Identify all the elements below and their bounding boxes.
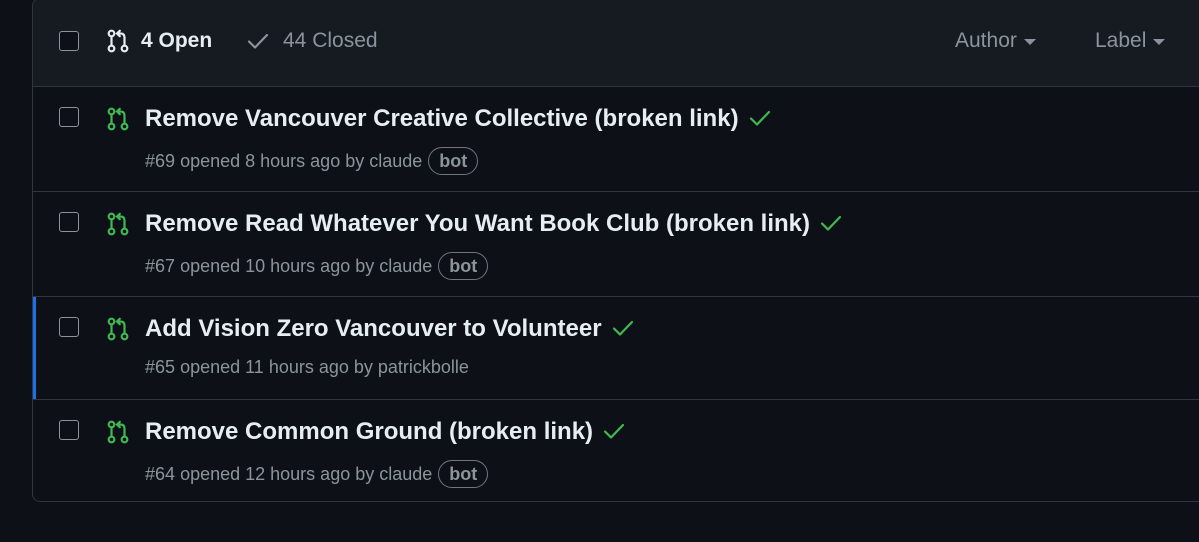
bot-badge: bot [428,147,479,175]
pull-request-meta: #69 opened 8 hours ago by claude bot [145,147,479,175]
author-link[interactable]: claude [369,151,422,172]
pull-request-title[interactable]: Add Vision Zero Vancouver to Volunteer [145,315,602,343]
git-pull-request-icon [107,420,129,444]
git-pull-request-icon [107,29,129,53]
row-checkbox[interactable] [59,420,79,440]
git-pull-request-icon [107,317,129,341]
caret-down-icon [1153,39,1166,45]
open-count-label: 4 Open [141,29,213,52]
bot-badge: bot [438,460,489,488]
author-link[interactable]: claude [379,256,432,277]
pull-request-meta: #65 opened 11 hours ago by patrickbolle [145,357,469,378]
row-checkbox[interactable] [59,212,79,232]
opened-text: opened 10 hours ago by [180,255,375,276]
check-icon[interactable] [612,319,634,337]
opened-text: opened 12 hours ago by [180,463,375,484]
pull-request-number: #67 [145,255,176,276]
pull-request-list: 4 Open 44 Closed Author Label Remove Van… [32,0,1199,502]
opened-text: opened 11 hours ago by [180,357,373,377]
check-icon[interactable] [820,214,842,232]
pull-request-title[interactable]: Remove Read Whatever You Want Book Club … [145,210,810,238]
pull-request-title[interactable]: Remove Vancouver Creative Collective (br… [145,105,739,133]
closed-filter-link[interactable]: 44 Closed [247,29,378,53]
label-filter-label: Label [1095,29,1147,52]
pull-request-number: #69 [145,150,176,171]
pull-request-row: Remove Read Whatever You Want Book Club … [33,192,1199,297]
row-checkbox[interactable] [59,317,79,337]
row-checkbox[interactable] [59,107,79,127]
git-pull-request-icon [107,212,129,236]
pull-request-row: Add Vision Zero Vancouver to Volunteer #… [33,297,1199,400]
closed-count-label: 44 Closed [283,29,378,52]
pull-request-row: Remove Vancouver Creative Collective (br… [33,87,1199,192]
pull-request-meta: #67 opened 10 hours ago by claude bot [145,252,489,280]
bot-badge: bot [438,252,489,280]
caret-down-icon [1023,39,1036,45]
select-all-checkbox[interactable] [59,31,79,51]
pull-request-meta: #64 opened 12 hours ago by claude bot [145,460,489,488]
list-header: 4 Open 44 Closed Author Label [33,0,1199,87]
pull-request-row: Remove Common Ground (broken link) #64 o… [33,400,1199,501]
label-filter-dropdown[interactable]: Label [1095,29,1166,53]
pull-request-title[interactable]: Remove Common Ground (broken link) [145,418,593,446]
git-pull-request-icon [107,107,129,131]
pull-request-number: #64 [145,463,176,484]
check-icon[interactable] [749,109,771,127]
pull-request-number: #65 [145,357,176,377]
author-filter-dropdown[interactable]: Author [955,29,1036,53]
author-filter-label: Author [955,29,1017,52]
check-icon[interactable] [603,422,625,440]
check-icon [247,33,269,49]
opened-text: opened 8 hours ago by [180,150,365,171]
open-filter-link[interactable]: 4 Open [107,29,212,53]
author-link[interactable]: claude [379,464,432,485]
author-link[interactable]: patrickbolle [378,357,469,378]
